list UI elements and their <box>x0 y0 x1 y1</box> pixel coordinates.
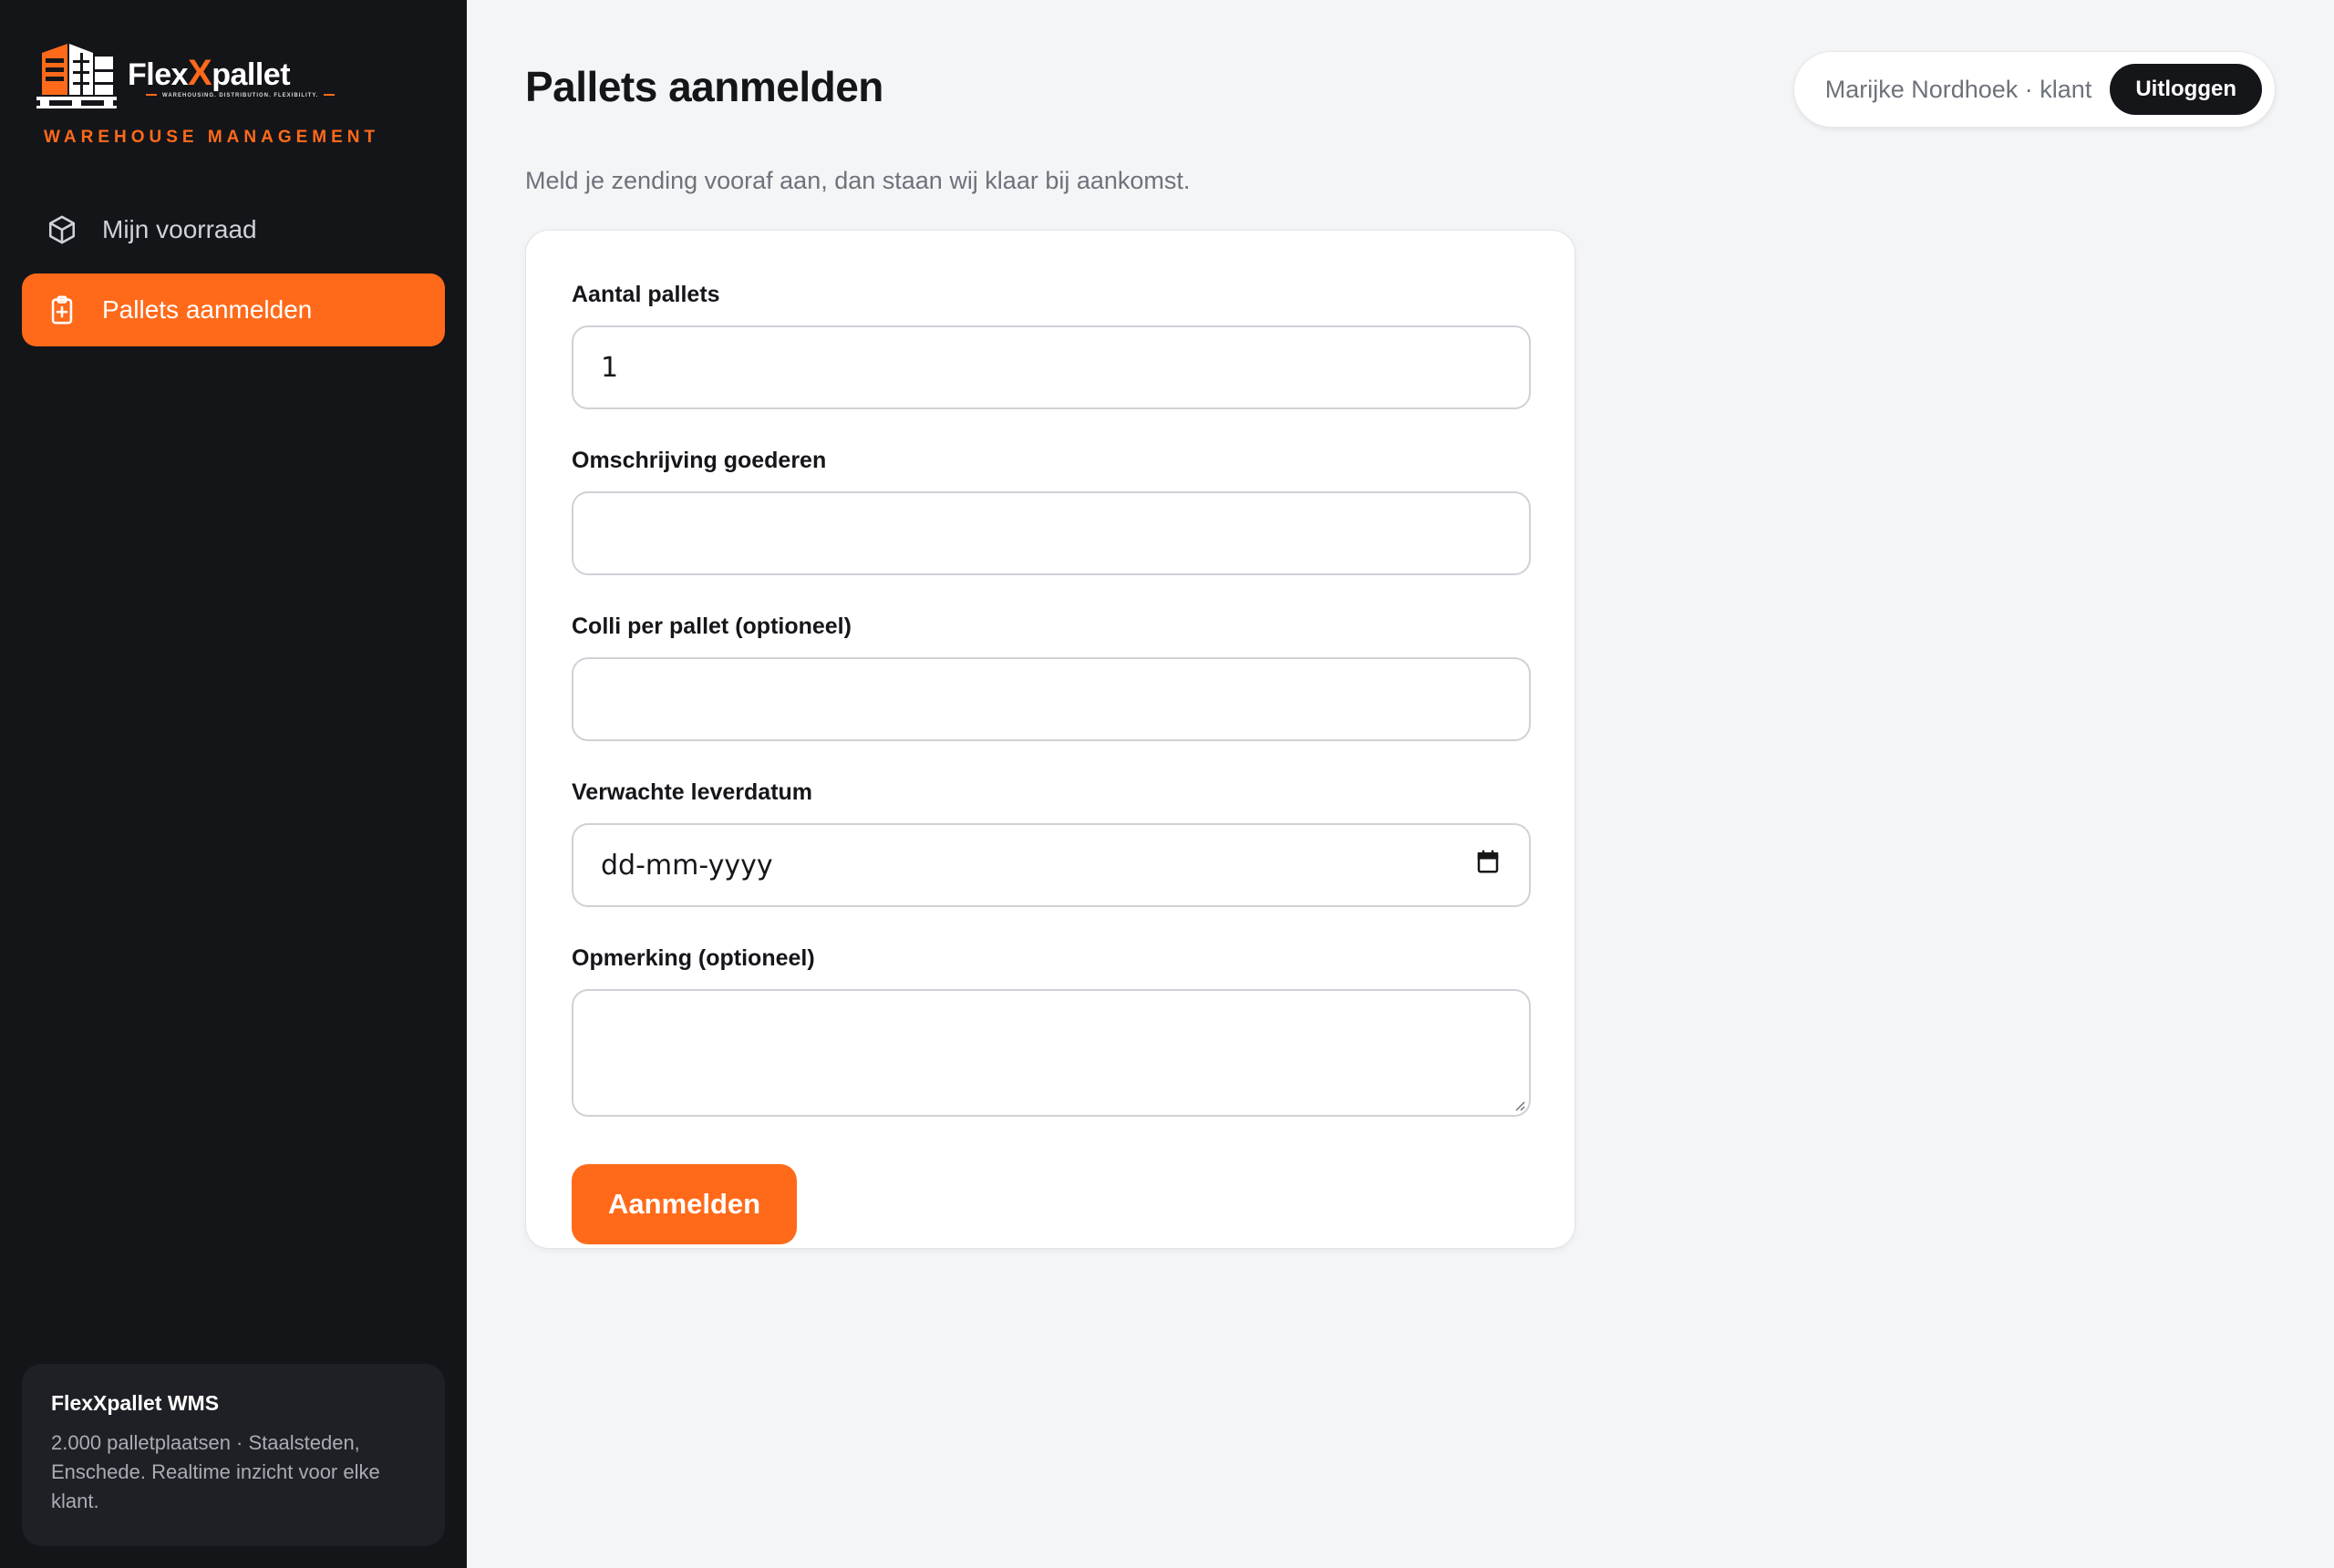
remark-textarea[interactable] <box>572 989 1531 1117</box>
pallet-registration-form: Aantal pallets 1 Omschrijving goederen C… <box>525 230 1575 1249</box>
field-leverdatum: Verwachte leverdatum dd-mm-yyyy <box>572 772 1531 907</box>
field-label: Aantal pallets <box>572 282 720 307</box>
page-title: Pallets aanmelden <box>525 63 883 110</box>
input-value: 1 <box>601 351 619 384</box>
field-colli: Colli per pallet (optioneel) <box>572 606 1531 741</box>
field-opmerking: Opmerking (optioneel) <box>572 938 1531 1117</box>
resize-handle-icon[interactable] <box>1513 1099 1525 1111</box>
info-card-title: FlexXpallet WMS <box>51 1391 220 1415</box>
sidebar-item-label: Pallets aanmelden <box>102 295 313 324</box>
pallet-count-input[interactable]: 1 <box>572 325 1531 409</box>
page-subtitle: Meld je zending vooraf aan, dan staan wi… <box>525 167 1191 194</box>
sidebar-item-label: Mijn voorraad <box>102 215 257 243</box>
description-input[interactable] <box>572 491 1531 575</box>
app-root: FlexXpallet WAREHOUSING. DISTRIBUTION. F… <box>0 0 2334 1568</box>
colli-input[interactable] <box>572 657 1531 741</box>
calendar-icon[interactable] <box>1474 848 1502 882</box>
submit-button[interactable]: Aanmelden <box>572 1164 798 1244</box>
sidebar: FlexXpallet WAREHOUSING. DISTRIBUTION. F… <box>0 0 467 1568</box>
sidebar-item-mijn-voorraad[interactable]: Mijn voorraad <box>22 193 445 266</box>
warehouse-logo-icon <box>36 44 117 108</box>
brand-tagline: WAREHOUSING. DISTRIBUTION. FLEXIBILITY. <box>140 93 340 98</box>
sidebar-item-pallets-aanmelden[interactable]: Pallets aanmelden <box>22 273 445 346</box>
clipboard-plus-icon <box>46 294 78 326</box>
info-card-text: 2.000 palletplaatsen · Staalsteden, Ensc… <box>51 1431 380 1512</box>
box-icon <box>46 213 78 246</box>
logout-button[interactable]: Uitloggen <box>2110 64 2262 115</box>
field-label: Verwachte leverdatum <box>572 779 813 805</box>
user-name: Marijke Nordhoek · klant <box>1824 75 2092 103</box>
field-aantal-pallets: Aantal pallets 1 <box>572 274 1531 409</box>
sidebar-info-card: FlexXpallet WMS 2.000 palletplaatsen · S… <box>22 1364 445 1546</box>
date-placeholder: dd-mm-yyyy <box>601 849 773 882</box>
main-content: Pallets aanmelden Meld je zending vooraf… <box>467 0 2334 1568</box>
delivery-date-input[interactable]: dd-mm-yyyy <box>572 823 1531 907</box>
sidebar-nav: Mijn voorraad Pallets aanmelden <box>22 193 445 354</box>
user-pill: Marijke Nordhoek · klant Uitloggen <box>1792 51 2276 128</box>
field-label: Omschrijving goederen <box>572 448 827 473</box>
field-label: Opmerking (optioneel) <box>572 945 815 971</box>
brand-name: FlexXpallet <box>128 53 291 93</box>
field-omschrijving: Omschrijving goederen <box>572 440 1531 575</box>
brand-logo[interactable]: FlexXpallet WAREHOUSING. DISTRIBUTION. F… <box>36 40 401 150</box>
field-label: Colli per pallet (optioneel) <box>572 614 852 639</box>
brand-subtitle: WAREHOUSE MANAGEMENT <box>44 128 380 147</box>
